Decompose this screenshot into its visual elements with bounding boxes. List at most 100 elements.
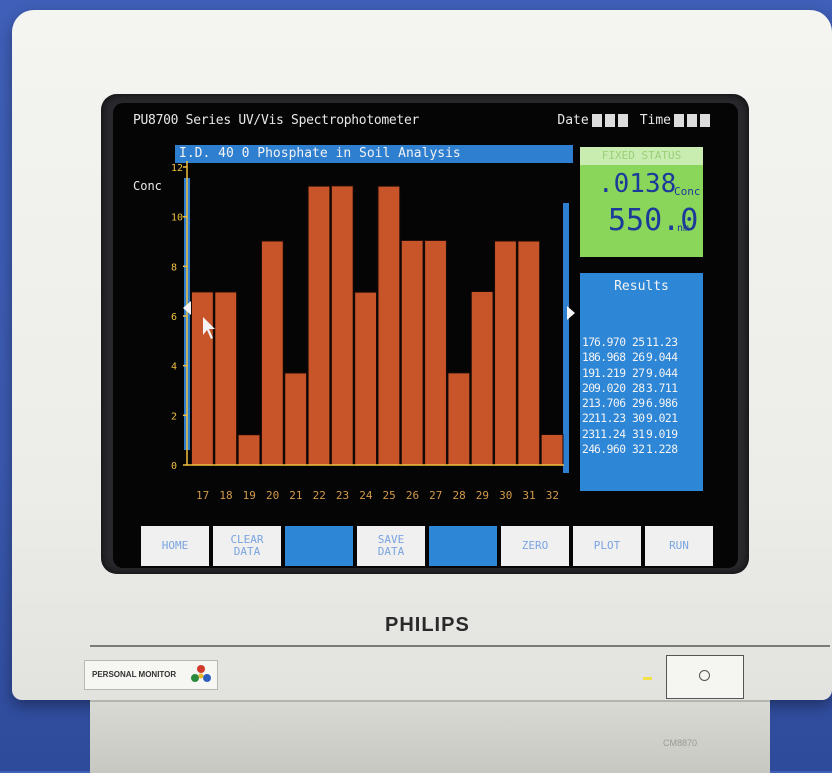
- chart-bar: [470, 291, 494, 466]
- monitor-stand: [90, 700, 770, 773]
- results-cell: 9.044: [646, 366, 678, 380]
- results-cell: 9.019: [646, 427, 678, 441]
- chart-bar: [354, 291, 377, 466]
- results-row: 209.020 283.711: [582, 381, 682, 396]
- power-button[interactable]: [666, 655, 744, 699]
- chart-bar: [517, 240, 541, 466]
- results-row: 213.706 296.986: [582, 396, 682, 411]
- date-field-month[interactable]: [604, 114, 615, 127]
- time-label: Time: [639, 113, 671, 128]
- date-field-day[interactable]: [591, 114, 602, 127]
- function-key-3[interactable]: [285, 526, 353, 566]
- results-cell: 6.968: [594, 351, 626, 365]
- x-tick-label: 21: [289, 489, 302, 502]
- concentration-unit: Conc: [674, 185, 701, 198]
- results-cell: 24: [582, 443, 595, 457]
- results-cell: 19: [582, 366, 595, 380]
- results-cell: 17: [582, 336, 595, 349]
- power-led: [643, 677, 652, 680]
- x-tick-label: 25: [383, 489, 396, 502]
- results-cell: 9.020: [594, 381, 626, 395]
- chart-bar: [540, 434, 564, 466]
- results-cell: 6.970: [594, 336, 626, 349]
- results-row: 176.970 2511.23: [582, 335, 682, 350]
- results-cell: 20: [582, 381, 595, 395]
- chart-bar: [237, 434, 261, 466]
- function-key-4[interactable]: SAVE DATA: [357, 526, 425, 566]
- chart-bar: [400, 239, 424, 466]
- function-key-5[interactable]: [429, 526, 497, 566]
- time-field-minute[interactable]: [687, 114, 697, 127]
- results-cell: 23: [582, 427, 595, 441]
- status-header: FIXED STATUS: [580, 147, 703, 165]
- chart-bar: [330, 185, 354, 466]
- results-cell: 18: [582, 351, 595, 365]
- y-tick-label: 6: [171, 312, 177, 323]
- y-tick-label: 0: [171, 461, 177, 472]
- results-panel: Results 176.970 2511.23 186.968 269.044 19 1.…: [580, 273, 703, 491]
- wavelength-unit: nm: [677, 223, 690, 234]
- results-cell: 32: [632, 443, 645, 457]
- function-key-label: ZERO: [521, 539, 549, 552]
- x-tick-label: 20: [266, 489, 279, 502]
- results-cell: 11.24: [594, 427, 626, 441]
- y-tick-label: 8: [171, 262, 177, 273]
- results-row: 2211.23 309.021: [582, 411, 682, 426]
- results-cell: 28: [632, 381, 645, 395]
- brand-logo: PHILIPS: [385, 614, 470, 636]
- results-cell: 9.044: [646, 351, 678, 365]
- results-cell: 25: [632, 336, 645, 349]
- chart-bar: [214, 291, 238, 466]
- results-cell: 11.23: [646, 336, 678, 349]
- x-tick-label: 22: [313, 489, 326, 502]
- function-key-bar: HOME CLEAR DATA SAVE DATA ZERO PLOT RUN: [141, 526, 713, 568]
- time-field-hour[interactable]: [674, 114, 684, 127]
- results-table: 176.970 2511.23 186.968 269.044 191.219 279.0…: [582, 335, 682, 457]
- x-tick-label: 31: [522, 489, 535, 502]
- x-tick-label: 18: [219, 489, 232, 502]
- results-cell: 21: [582, 397, 595, 411]
- concentration-readout: .0138: [598, 169, 677, 199]
- results-cell: 6.960: [594, 443, 626, 457]
- time-field-second[interactable]: [700, 114, 710, 127]
- results-cell: 22: [582, 412, 595, 426]
- function-key-label: DATA: [233, 545, 261, 558]
- x-tick-label: 27: [429, 489, 442, 502]
- results-cell: 30: [632, 412, 645, 426]
- chart-bar: [447, 372, 471, 466]
- results-cell: 29: [632, 397, 645, 411]
- front-panel-divider: [90, 645, 830, 647]
- y-tick-label: 2: [171, 411, 177, 422]
- function-key-7[interactable]: PLOT: [573, 526, 641, 566]
- chart-bar: [260, 240, 284, 466]
- x-tick-label: 24: [359, 489, 373, 502]
- function-key-6[interactable]: ZERO: [501, 526, 569, 566]
- right-cursor-icon: [567, 306, 575, 320]
- molecule-logo-icon: [191, 665, 211, 682]
- results-cell: 3.711: [646, 381, 678, 395]
- results-row: 246.960 321.228: [582, 442, 682, 457]
- function-key-1[interactable]: HOME: [141, 526, 209, 566]
- right-marker-bar: [563, 203, 569, 473]
- results-cell: 3.706: [594, 397, 626, 411]
- function-key-label: RUN: [669, 539, 689, 552]
- x-tick-label: 26: [406, 489, 419, 502]
- x-tick-label: 28: [452, 489, 465, 502]
- function-key-8[interactable]: RUN: [645, 526, 713, 566]
- function-key-2[interactable]: CLEAR DATA: [213, 526, 281, 566]
- results-title: Results: [614, 279, 669, 294]
- date-field-year[interactable]: [617, 114, 628, 127]
- x-tick-label: 23: [336, 489, 349, 502]
- power-icon: [699, 670, 710, 681]
- x-tick-label: 30: [499, 489, 512, 502]
- results-cell: 1.228: [646, 443, 678, 457]
- crt-screen: PU8700 Series UV/Vis Spectrophotometer D…: [113, 103, 738, 568]
- function-key-label: PLOT: [593, 539, 621, 552]
- y-tick-label: 10: [171, 213, 183, 224]
- results-row: 186.968 269.044: [582, 350, 682, 365]
- concentration-bar-chart: 02468101217 18 19 20 21 22 23 24 25 26 27 28 29 30 31 3…: [171, 161, 575, 502]
- chart-bar: [191, 291, 214, 466]
- results-cell: 6.986: [646, 397, 678, 411]
- y-tick-label: 12: [171, 163, 183, 174]
- results-cell: 31: [632, 427, 645, 441]
